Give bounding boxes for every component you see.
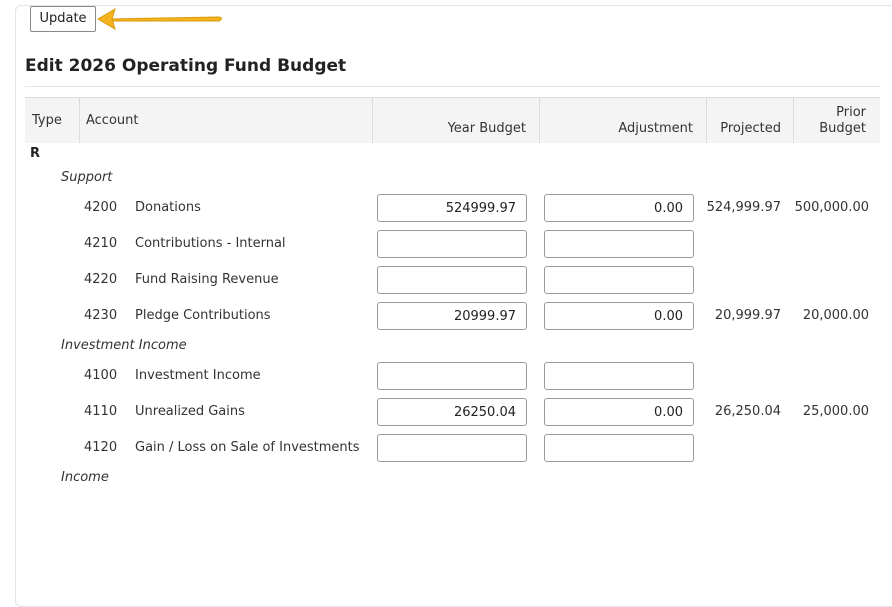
- group-label-support: Support: [61, 170, 113, 185]
- header-divider: [372, 98, 373, 143]
- projected-value: 20,999.97: [714, 308, 781, 323]
- account-name: Donations: [135, 200, 201, 215]
- adjustment-input[interactable]: [544, 434, 694, 462]
- year-budget-input[interactable]: [377, 398, 527, 426]
- header-divider: [79, 98, 80, 143]
- header-divider: [793, 98, 794, 143]
- header-adjustment: Adjustment: [618, 121, 693, 136]
- account-name: Fund Raising Revenue: [135, 272, 279, 287]
- prior-budget-value: 25,000.00: [802, 404, 869, 419]
- group-label-investment-income: Investment Income: [61, 338, 187, 353]
- account-name: Investment Income: [135, 368, 261, 383]
- account-number: 4120: [84, 440, 118, 455]
- year-budget-input[interactable]: [377, 266, 527, 294]
- adjustment-input[interactable]: [544, 194, 694, 222]
- prior-budget-value: 20,000.00: [802, 308, 869, 323]
- header-prior-line2: Budget: [819, 121, 866, 136]
- year-budget-input[interactable]: [377, 230, 527, 258]
- account-number: 4220: [84, 272, 118, 287]
- year-budget-input[interactable]: [377, 302, 527, 330]
- account-number: 4210: [84, 236, 118, 251]
- group-label-income: Income: [61, 470, 109, 485]
- adjustment-input[interactable]: [544, 398, 694, 426]
- header-divider: [539, 98, 540, 143]
- year-budget-input[interactable]: [377, 362, 527, 390]
- adjustment-input[interactable]: [544, 302, 694, 330]
- account-name: Pledge Contributions: [135, 308, 271, 323]
- account-number: 4110: [84, 404, 118, 419]
- projected-value: 524,999.97: [706, 200, 781, 215]
- annotation-arrow-icon: [97, 8, 222, 30]
- projected-value: 26,250.04: [714, 404, 781, 419]
- year-budget-input[interactable]: [377, 194, 527, 222]
- prior-budget-value: 500,000.00: [794, 200, 869, 215]
- adjustment-input[interactable]: [544, 362, 694, 390]
- title-divider: [25, 86, 880, 87]
- header-type: Type: [32, 113, 62, 128]
- adjustment-input[interactable]: [544, 266, 694, 294]
- account-name: Unrealized Gains: [135, 404, 245, 419]
- account-name: Contributions - Internal: [135, 236, 286, 251]
- table-header: Type Account Year Budget Adjustment Proj…: [25, 97, 880, 143]
- account-number: 4200: [84, 200, 118, 215]
- header-year-budget: Year Budget: [447, 121, 526, 136]
- update-button[interactable]: Update: [30, 6, 96, 32]
- page-title: Edit 2026 Operating Fund Budget: [25, 56, 347, 76]
- adjustment-input[interactable]: [544, 230, 694, 258]
- account-name: Gain / Loss on Sale of Investments: [135, 440, 360, 455]
- year-budget-input[interactable]: [377, 434, 527, 462]
- header-divider: [706, 98, 707, 143]
- account-type-label: R: [30, 146, 41, 161]
- header-account: Account: [86, 113, 139, 128]
- account-number: 4100: [84, 368, 118, 383]
- account-number: 4230: [84, 308, 118, 323]
- header-projected: Projected: [720, 121, 781, 136]
- header-prior-line1: Prior: [836, 105, 866, 120]
